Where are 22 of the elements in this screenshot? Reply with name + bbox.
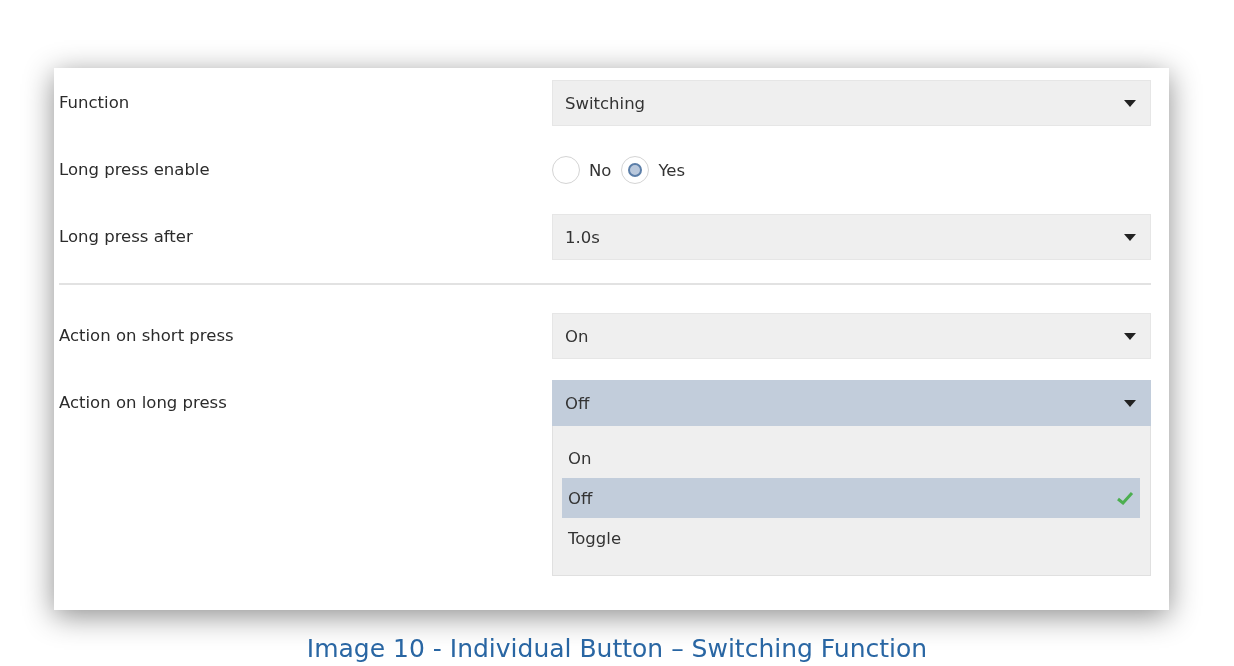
field-label: Long press enable xyxy=(59,159,211,181)
dropdown-option[interactable]: Off xyxy=(562,478,1140,518)
dropdown-option[interactable]: On xyxy=(562,438,1140,478)
caret-icon xyxy=(1124,99,1136,107)
field-label: Function xyxy=(59,92,131,114)
dropdown[interactable]: Switching xyxy=(552,80,1151,126)
radio-button[interactable] xyxy=(552,156,580,184)
dropdown-option[interactable]: Toggle xyxy=(562,518,1140,558)
field-label: Action on short press xyxy=(59,325,235,347)
caption: Image 10 - Individual Button – Switching Function xyxy=(306,634,928,663)
dropdown[interactable]: Off xyxy=(552,380,1151,426)
caret-icon xyxy=(1124,399,1136,407)
check-icon xyxy=(1116,491,1134,505)
dropdown[interactable]: On xyxy=(552,313,1151,359)
radio-label: Yes xyxy=(658,160,686,180)
caret-icon xyxy=(1124,233,1136,241)
field-label: Long press after xyxy=(59,226,194,248)
radio-label: No xyxy=(589,160,612,180)
dropdown[interactable]: 1.0s xyxy=(552,214,1151,260)
field-label: Action on long press xyxy=(59,392,228,414)
radio-button[interactable] xyxy=(621,156,650,184)
caret-icon xyxy=(1124,332,1136,340)
